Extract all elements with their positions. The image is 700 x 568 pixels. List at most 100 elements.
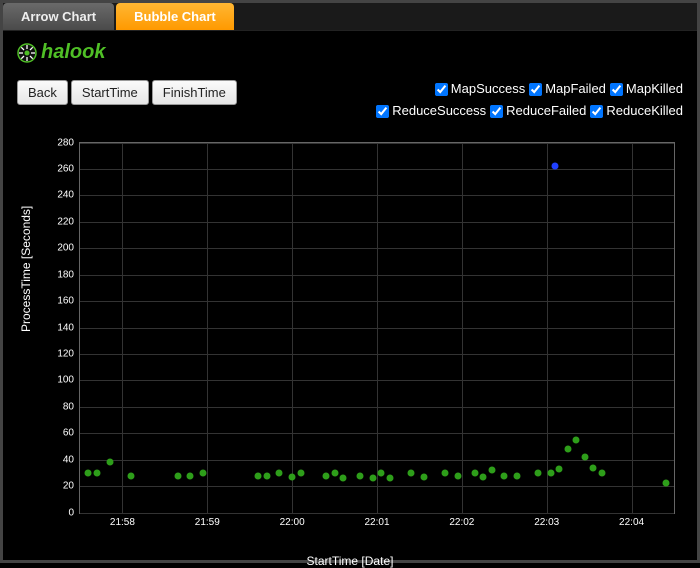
data-point[interactable]: [556, 465, 563, 472]
x-tick: 22:01: [364, 517, 389, 528]
data-point[interactable]: [297, 469, 304, 476]
x-tick: 22:04: [619, 517, 644, 528]
checkbox-mapfailed[interactable]: [529, 83, 542, 96]
data-point[interactable]: [564, 446, 571, 453]
x-tick: 22:02: [449, 517, 474, 528]
x-tick: 21:59: [195, 517, 220, 528]
checkbox-reducesuccess[interactable]: [376, 105, 389, 118]
finishtime-button[interactable]: FinishTime: [152, 80, 237, 105]
data-point[interactable]: [289, 473, 296, 480]
y-tick: 180: [57, 269, 74, 280]
y-tick: 240: [57, 190, 74, 201]
data-point[interactable]: [590, 464, 597, 471]
tab-arrow-chart[interactable]: Arrow Chart: [3, 3, 114, 30]
gridline-v: [122, 143, 123, 513]
legend-checkbox-reducesuccess[interactable]: ReduceSuccess: [376, 102, 486, 121]
data-point[interactable]: [662, 480, 669, 487]
gridline-v: [207, 143, 208, 513]
legend-checkbox-mapkilled[interactable]: MapKilled: [610, 80, 683, 99]
data-point[interactable]: [187, 472, 194, 479]
x-axis-label: StartTime [Date]: [307, 554, 394, 568]
y-axis-label: ProcessTime [Seconds]: [19, 205, 33, 331]
legend-checkbox-reducekilled[interactable]: ReduceKilled: [590, 102, 683, 121]
y-tick: 120: [57, 348, 74, 359]
data-point[interactable]: [407, 469, 414, 476]
controls-row: Back StartTime FinishTime MapSuccess MapF…: [3, 74, 697, 128]
data-point[interactable]: [106, 459, 113, 466]
checkbox-mapkilled[interactable]: [610, 83, 623, 96]
starttime-button[interactable]: StartTime: [71, 80, 149, 105]
gridline-v: [462, 143, 463, 513]
data-point[interactable]: [441, 469, 448, 476]
y-tick: 20: [63, 481, 74, 492]
y-tick: 280: [57, 137, 74, 148]
y-tick: 200: [57, 243, 74, 254]
y-tick: 140: [57, 322, 74, 333]
legend-label: MapSuccess: [451, 80, 525, 99]
legend-checkbox-mapsuccess[interactable]: MapSuccess: [435, 80, 525, 99]
y-tick: 60: [63, 428, 74, 439]
legend-label: MapKilled: [626, 80, 683, 99]
data-point[interactable]: [552, 163, 559, 170]
data-point[interactable]: [547, 469, 554, 476]
data-point[interactable]: [369, 475, 376, 482]
data-point[interactable]: [480, 473, 487, 480]
gridline-v: [632, 143, 633, 513]
x-tick: 21:58: [110, 517, 135, 528]
legend-label: ReduceFailed: [506, 102, 586, 121]
gridline-v: [292, 143, 293, 513]
data-point[interactable]: [454, 472, 461, 479]
data-point[interactable]: [581, 454, 588, 461]
data-point[interactable]: [514, 472, 521, 479]
gridline-v: [377, 143, 378, 513]
legend-checkbox-mapfailed[interactable]: MapFailed: [529, 80, 606, 99]
checkbox-reducekilled[interactable]: [590, 105, 603, 118]
data-point[interactable]: [340, 475, 347, 482]
gridline-h: [80, 513, 674, 514]
y-tick: 260: [57, 163, 74, 174]
data-point[interactable]: [420, 473, 427, 480]
y-tick: 40: [63, 454, 74, 465]
legend-checkbox-reducefailed[interactable]: ReduceFailed: [490, 102, 586, 121]
y-tick: 100: [57, 375, 74, 386]
checkbox-mapsuccess[interactable]: [435, 83, 448, 96]
bubble-chart: ProcessTime [Seconds] 020406080100120140…: [21, 132, 679, 552]
data-point[interactable]: [488, 467, 495, 474]
data-point[interactable]: [386, 475, 393, 482]
data-point[interactable]: [276, 469, 283, 476]
back-button[interactable]: Back: [17, 80, 68, 105]
data-point[interactable]: [378, 469, 385, 476]
x-tick: 22:03: [534, 517, 559, 528]
y-tick: 0: [68, 507, 74, 518]
data-point[interactable]: [263, 472, 270, 479]
gridline-v: [547, 143, 548, 513]
y-tick: 80: [63, 401, 74, 412]
data-point[interactable]: [501, 472, 508, 479]
brand: halook: [3, 31, 697, 74]
tab-bubble-chart[interactable]: Bubble Chart: [116, 3, 234, 30]
data-point[interactable]: [573, 436, 580, 443]
y-tick: 220: [57, 216, 74, 227]
brand-text: halook: [41, 41, 105, 64]
legend-label: ReduceKilled: [606, 102, 683, 121]
brand-logo-icon: [17, 43, 37, 63]
data-point[interactable]: [255, 472, 262, 479]
data-point[interactable]: [200, 469, 207, 476]
checkbox-reducefailed[interactable]: [490, 105, 503, 118]
plot-area[interactable]: 0204060801001201401601802002202402602802…: [79, 142, 675, 514]
data-point[interactable]: [127, 472, 134, 479]
data-point[interactable]: [331, 469, 338, 476]
data-point[interactable]: [93, 469, 100, 476]
data-point[interactable]: [471, 469, 478, 476]
data-point[interactable]: [323, 472, 330, 479]
legend-label: MapFailed: [545, 80, 606, 99]
x-tick: 22:00: [280, 517, 305, 528]
legend-label: ReduceSuccess: [392, 102, 486, 121]
data-point[interactable]: [535, 469, 542, 476]
legend: MapSuccess MapFailed MapKilled ReduceSucce…: [372, 80, 683, 124]
data-point[interactable]: [174, 472, 181, 479]
data-point[interactable]: [598, 469, 605, 476]
y-tick: 160: [57, 296, 74, 307]
data-point[interactable]: [357, 472, 364, 479]
data-point[interactable]: [85, 469, 92, 476]
